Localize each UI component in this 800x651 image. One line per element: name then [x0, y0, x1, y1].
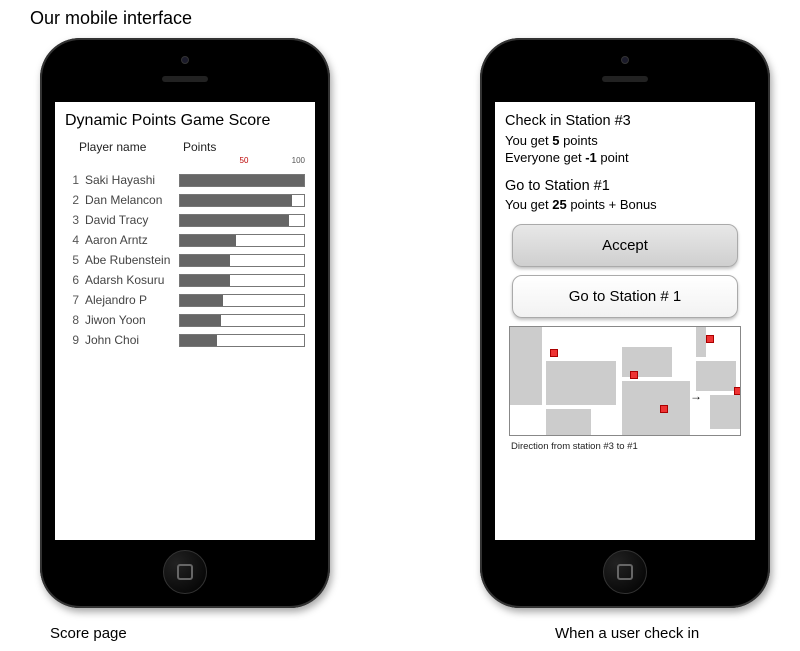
points-bar — [179, 234, 305, 247]
station-marker-icon — [550, 349, 558, 357]
goto-info-block: Go to Station #1 You get 25 points + Bon… — [505, 177, 745, 214]
score-title: Dynamic Points Game Score — [55, 102, 315, 136]
col-points: Points — [183, 140, 216, 154]
player-name: David Tracy — [79, 213, 179, 227]
rank: 4 — [65, 233, 79, 247]
player-name: Abe Rubenstein — [79, 253, 179, 267]
player-name: Jiwon Yoon — [79, 313, 179, 327]
player-name: John Choi — [79, 333, 179, 347]
station-marker-icon — [734, 387, 741, 395]
accept-button[interactable]: Accept — [512, 224, 738, 267]
points-bar — [179, 294, 305, 307]
text: points — [559, 133, 597, 148]
rank: 1 — [65, 173, 79, 187]
rank: 3 — [65, 213, 79, 227]
camera-dot-icon — [621, 56, 629, 64]
text: Everyone get — [505, 150, 585, 165]
player-name: Alejandro P — [79, 293, 179, 307]
score-row: 7Alejandro P — [55, 290, 315, 310]
goto-points-line: You get 25 points + Bonus — [505, 196, 745, 214]
col-player-name: Player name — [79, 140, 183, 154]
rank: 6 — [65, 273, 79, 287]
rank: 7 — [65, 293, 79, 307]
scale-max: 100 — [292, 156, 305, 165]
score-row: 2Dan Melancon — [55, 190, 315, 210]
phone-mockup-score: Dynamic Points Game Score Player name Po… — [40, 38, 330, 608]
station-marker-icon — [706, 335, 714, 343]
score-row: 6Adarsh Kosuru — [55, 270, 315, 290]
page-title: Our mobile interface — [30, 8, 192, 29]
score-row: 5Abe Rubenstein — [55, 250, 315, 270]
station-marker-icon — [630, 371, 638, 379]
score-row: 1Saki Hayashi — [55, 170, 315, 190]
points-bar — [179, 254, 305, 267]
player-name: Dan Melancon — [79, 193, 179, 207]
points-bar — [179, 174, 305, 187]
caption-checkin: When a user check in — [555, 625, 699, 642]
checkin-screen: Check in Station #3 You get 5 points Eve… — [495, 102, 755, 540]
score-header: Player name Points — [55, 136, 315, 156]
home-button[interactable] — [163, 550, 207, 594]
phone-mockup-checkin: Check in Station #3 You get 5 points Eve… — [480, 38, 770, 608]
checkin-info-block: Check in Station #3 You get 5 points Eve… — [505, 112, 745, 167]
text: points + Bonus — [567, 197, 657, 212]
checkin-title: Check in Station #3 — [505, 112, 745, 132]
points-bar — [179, 274, 305, 287]
goto-station-button[interactable]: Go to Station # 1 — [512, 275, 738, 318]
points-bar — [179, 194, 305, 207]
text: point — [597, 150, 629, 165]
score-row: 8Jiwon Yoon — [55, 310, 315, 330]
map-caption: Direction from station #3 to #1 — [505, 438, 745, 455]
bonus-value: 25 — [552, 197, 566, 212]
points-scale: 50 100 — [183, 156, 305, 166]
checkin-points-line: You get 5 points — [505, 132, 745, 150]
caption-score: Score page — [50, 625, 127, 642]
player-name: Adarsh Kosuru — [79, 273, 179, 287]
points-bar — [179, 214, 305, 227]
score-row: 4Aaron Arntz — [55, 230, 315, 250]
score-screen: Dynamic Points Game Score Player name Po… — [55, 102, 315, 540]
points-bar — [179, 314, 305, 327]
rank: 8 — [65, 313, 79, 327]
goto-title: Go to Station #1 — [505, 177, 745, 197]
penalty-value: -1 — [585, 150, 597, 165]
scale-mid: 50 — [240, 156, 249, 165]
rank: 5 — [65, 253, 79, 267]
score-row: 9John Choi — [55, 330, 315, 350]
score-list: 1Saki Hayashi2Dan Melancon3David Tracy4A… — [55, 170, 315, 350]
camera-dot-icon — [181, 56, 189, 64]
player-name: Aaron Arntz — [79, 233, 179, 247]
score-row: 3David Tracy — [55, 210, 315, 230]
text: You get — [505, 197, 552, 212]
everyone-points-line: Everyone get -1 point — [505, 149, 745, 167]
player-name: Saki Hayashi — [79, 173, 179, 187]
rank: 9 — [65, 333, 79, 347]
arrow-icon: → — [690, 389, 702, 403]
rank: 2 — [65, 193, 79, 207]
text: You get — [505, 133, 552, 148]
station-marker-icon — [660, 405, 668, 413]
map-thumbnail[interactable]: → — [509, 326, 741, 436]
points-bar — [179, 334, 305, 347]
home-button[interactable] — [603, 550, 647, 594]
